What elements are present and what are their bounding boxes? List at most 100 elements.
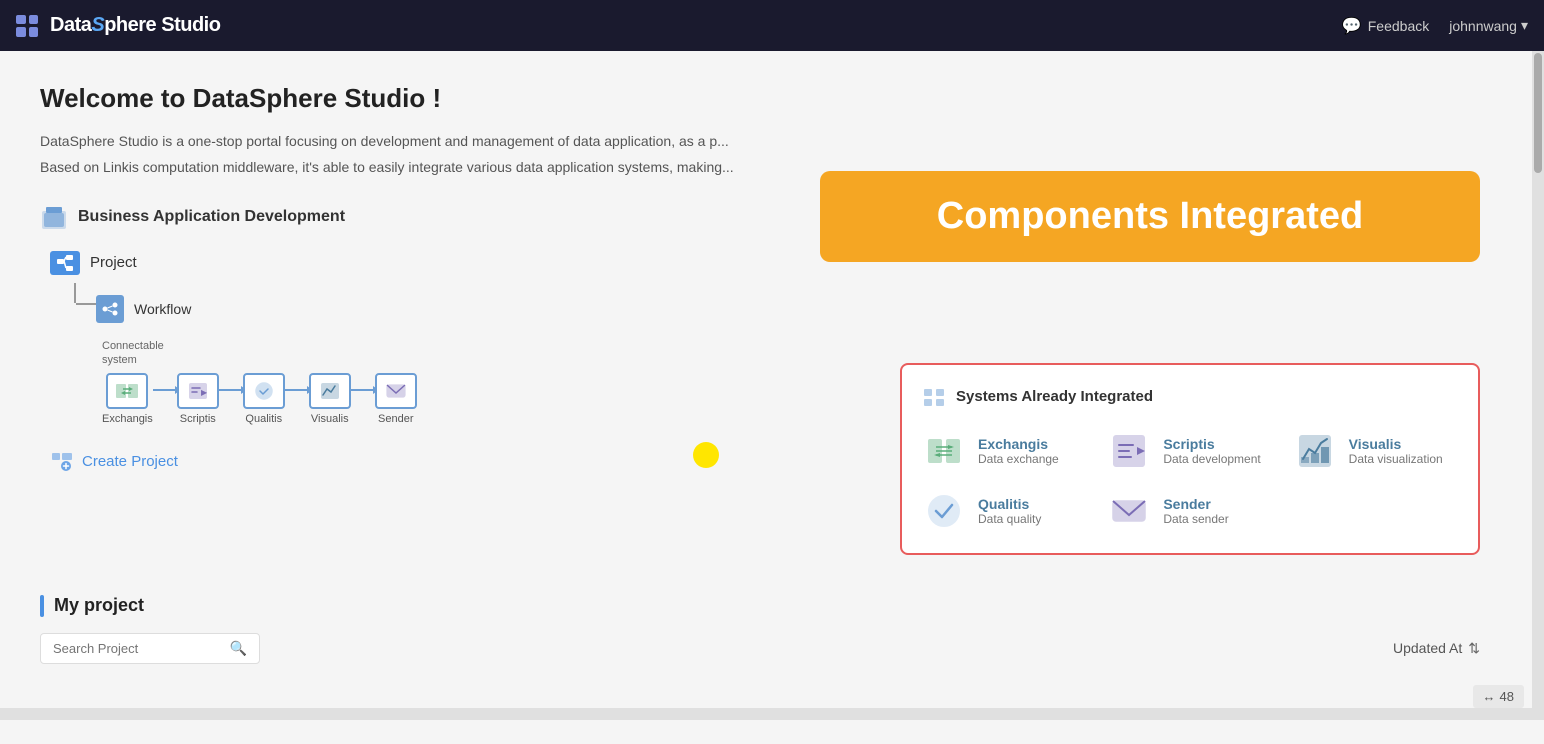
systems-top-grid: Exchangis Data exchange [922,429,1458,473]
main-content: Welcome to DataSphere Studio ! DataSpher… [0,51,1520,744]
chevron-down-icon: ▾ [1521,17,1528,34]
my-project-title: My project [54,595,144,616]
scriptis-name: Scriptis [1163,436,1272,452]
exchangis-flow-icon [106,373,148,409]
my-project-section: My project 🔍 Updated At ⇅ [40,595,1480,664]
search-input[interactable] [53,641,222,656]
exchangis-info: Exchangis Data exchange [978,436,1087,466]
workflow-row: Workflow [96,295,191,323]
create-project-label: Create Project [82,453,178,470]
flow-item-visualis: Visualis [309,373,351,425]
systems-bottom-grid: Qualitis Data quality Sender [922,489,1458,533]
tree-h-line [76,303,96,305]
app-header: DataSphere Studio 💬 Feedback johnnwang ▾ [0,0,1544,51]
sender-label: Sender [378,413,413,425]
scriptis-label: Scriptis [180,413,216,425]
tree-v-line [74,283,76,303]
search-box: 🔍 [40,633,260,664]
business-header: Business Application Development [40,203,860,231]
sender-icon [1107,489,1151,533]
flow-diagram: Connectablesystem [102,339,860,426]
workflow-icon [96,295,124,323]
sort-icon: ⇅ [1468,640,1480,657]
page-arrow-icon: ↔ [1483,689,1496,704]
qualitis-flow-icon [243,373,285,409]
qualitis-info: Qualitis Data quality [978,496,1087,526]
page-count: 48 [1500,689,1514,704]
project-row: Project [50,251,860,275]
workflow-label: Workflow [134,301,191,317]
flow-item-scriptis: ▶ Scriptis [177,373,219,425]
systems-box: Systems Already Integrated [900,363,1480,555]
flow-item-sender: Sender [375,373,417,425]
flow-arrow-1 [153,389,177,391]
scriptis-icon [1107,429,1151,473]
business-section: Business Application Development Pro [40,203,860,555]
grid-icon [16,15,38,37]
welcome-title: Welcome to DataSphere Studio ! [40,83,1480,114]
business-title: Business Application Development [78,208,345,226]
scriptis-flow-icon: ▶ [177,373,219,409]
page-indicator: ↔ 48 [1473,685,1524,708]
visualis-label: Visualis [311,413,349,425]
search-row: 🔍 Updated At ⇅ [40,633,1480,664]
flow-arrow-4 [351,389,375,391]
scriptis-info: Scriptis Data development [1163,436,1272,466]
flow-item-exchangis: Exchangis [102,373,153,425]
updated-at-label: Updated At [1393,640,1462,656]
exchangis-desc: Data exchange [978,452,1087,466]
flow-arrow-2 [219,389,243,391]
qualitis-name: Qualitis [978,496,1087,512]
qualitis-icon [922,489,966,533]
welcome-desc-1: DataSphere Studio is a one-stop portal f… [40,130,790,152]
exchangis-icon [922,429,966,473]
svg-text:▶: ▶ [201,388,208,397]
search-icon: 🔍 [230,640,247,657]
project-icon [50,251,80,275]
flow-row: Exchangis ▶ [102,373,860,425]
sender-flow-icon [375,373,417,409]
system-item-scriptis: Scriptis Data development [1107,429,1272,473]
connectable-label: Connectablesystem [102,339,860,368]
tree-connector: Workflow [70,291,860,323]
qualitis-label: Qualitis [245,413,282,425]
my-project-bar [40,595,44,617]
system-item-sender: Sender Data sender [1107,489,1272,533]
project-label: Project [90,254,137,271]
scrollbar-thumb[interactable] [1534,53,1542,173]
systems-header: Systems Already Integrated [922,385,1458,409]
flow-arrow-3 [285,389,309,391]
systems-header-icon [922,385,946,409]
visualis-info: Visualis Data visualization [1349,436,1458,466]
updated-at-sort[interactable]: Updated At ⇅ [1393,640,1480,657]
system-item-visualis: Visualis Data visualization [1293,429,1458,473]
horizontal-scrollbar[interactable] [0,708,1532,720]
visualis-icon [1293,429,1337,473]
business-icon [40,203,68,231]
system-item-qualitis: Qualitis Data quality [922,489,1087,533]
header-right: 💬 Feedback johnnwang ▾ [1342,16,1528,36]
user-menu-button[interactable]: johnnwang ▾ [1449,17,1528,34]
system-item-exchangis: Exchangis Data exchange [922,429,1087,473]
components-banner: Components Integrated [820,171,1480,262]
welcome-desc-2: Based on Linkis computation middleware, … [40,156,790,178]
systems-title: Systems Already Integrated [956,388,1153,405]
sender-desc: Data sender [1163,512,1272,526]
sender-info: Sender Data sender [1163,496,1272,526]
feedback-button[interactable]: 💬 Feedback [1342,16,1429,36]
logo-area: DataSphere Studio [16,14,220,37]
visualis-desc: Data visualization [1349,452,1458,466]
qualitis-desc: Data quality [978,512,1087,526]
banner-text: Components Integrated [937,195,1363,237]
visualis-name: Visualis [1349,436,1458,452]
vertical-scrollbar[interactable] [1532,51,1544,720]
sender-name: Sender [1163,496,1272,512]
scriptis-desc: Data development [1163,452,1272,466]
feedback-icon: 💬 [1342,16,1362,36]
create-project-button[interactable]: Create Project [50,449,860,473]
project-tree: Project [50,251,860,474]
logo-s: S [91,14,104,36]
exchangis-name: Exchangis [978,436,1087,452]
feedback-label: Feedback [1368,18,1429,34]
logo-text: DataSphere Studio [50,14,220,37]
